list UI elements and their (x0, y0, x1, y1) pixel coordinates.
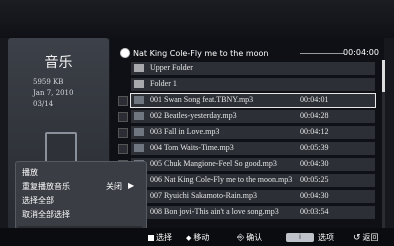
select-checkbox[interactable] (118, 144, 128, 154)
category-title: 音乐 (44, 55, 73, 71)
file-size: 5959 KB (33, 78, 64, 86)
track-row[interactable]: 003 Fall in Love.mp3 00:04:12 (118, 126, 375, 139)
menu-item-select-all[interactable]: 选择全部 (22, 195, 54, 206)
progress-line (300, 53, 344, 54)
guide-enter-label: 确认 (246, 233, 263, 242)
track-name: 003 Fall in Love.mp3 (150, 127, 220, 136)
track-duration: 00:03:54 (300, 207, 329, 216)
scrollbar-thumb[interactable] (382, 60, 385, 92)
guide-tools: i 选项 (286, 232, 334, 243)
music-file-icon (134, 112, 144, 120)
track-duration: 00:04:30 (300, 191, 329, 200)
guide-enter: ⎆ 确认 (237, 232, 262, 243)
music-file-icon (134, 96, 144, 104)
guide-move-label: 移动 (193, 233, 210, 242)
repeat-value: 关闭 (106, 182, 122, 191)
now-playing-title: Nat King Cole-Fly me to the moon (133, 48, 269, 58)
track-duration: 00:04:12 (300, 127, 329, 136)
right-arrow-icon: ▶ (128, 181, 135, 190)
file-time: 03/14 (33, 100, 54, 108)
track-row[interactable]: 002 Beatles-yesterday.mp3 00:04:28 (118, 110, 375, 123)
file-date: Jan 7, 2010 (33, 89, 74, 97)
track-name: 008 Bon jovi-This ain't a love song.mp3 (150, 207, 279, 216)
select-checkbox[interactable] (118, 128, 128, 138)
track-row[interactable]: 004 Tom Waits-Time.mp3 00:05:39 (118, 142, 375, 155)
folder-row-upper[interactable]: Upper Folder (131, 62, 375, 75)
track-name: 007 Ryuichi Sakamoto-Rain.mp3 (150, 191, 258, 200)
folder-row-1[interactable]: Folder 1 (131, 78, 375, 91)
top-strip (0, 0, 394, 38)
menu-item-deselect-all[interactable]: 取消全部选择 (22, 209, 70, 220)
folder-icon (134, 64, 144, 72)
track-name: 005 Chuk Mangione-Feel So good.mp3 (150, 159, 277, 168)
menu-item-play[interactable]: 播放 (22, 167, 38, 178)
guide-select-label: 选择 (156, 233, 172, 242)
folder-label: Upper Folder (150, 63, 193, 72)
guide-return-label: 返回 (362, 233, 379, 242)
tools-key-icon: i (286, 233, 314, 242)
track-name: 002 Beatles-yesterday.mp3 (150, 111, 237, 120)
square-key-icon (148, 234, 154, 241)
now-playing-time: 00:04:00 (343, 48, 379, 57)
track-row[interactable]: 001 Swan Song feat.TBNY.mp3 00:04:01 (118, 93, 376, 108)
music-file-icon (134, 144, 144, 152)
guide-move: ◆ 移动 (186, 232, 209, 243)
select-checkbox[interactable] (118, 96, 128, 106)
track-row[interactable]: 005 Chuk Mangione-Feel So good.mp3 00:04… (118, 158, 375, 171)
track-name: 006 Nat King Cole-Fly me to the moon.mp3 (150, 175, 293, 184)
menu-item-repeat[interactable]: 重复播放音乐 (22, 181, 70, 192)
track-duration: 00:04:28 (300, 111, 329, 120)
music-file-icon (134, 128, 144, 136)
enter-key-icon: ⎆ (237, 232, 245, 243)
track-row[interactable]: 006 Nat King Cole-Fly me to the moon.mp3… (118, 174, 375, 187)
move-arrows-icon: ◆ (186, 233, 192, 242)
media-browser-screen: 音乐 5959 KB Jan 7, 2010 03/14 Nat King Co… (0, 0, 394, 246)
guide-tools-label: 选项 (318, 233, 334, 242)
track-duration: 00:05:25 (300, 175, 329, 184)
track-duration: 00:04:01 (300, 95, 329, 104)
return-icon: ↺ (353, 232, 361, 243)
guide-select: 选择 (148, 232, 172, 243)
folder-label: Folder 1 (150, 79, 177, 88)
track-name: 001 Swan Song feat.TBNY.mp3 (150, 95, 254, 104)
folder-icon (134, 80, 144, 88)
track-name: 004 Tom Waits-Time.mp3 (150, 143, 234, 152)
bottom-key-guide: 选择 ◆ 移动 ⎆ 确认 i 选项 ↺ 返回 (0, 228, 394, 246)
track-duration: 00:04:30 (300, 159, 329, 168)
track-row[interactable]: 008 Bon jovi-This ain't a love song.mp3 … (118, 206, 375, 219)
guide-return: ↺ 返回 (353, 232, 379, 243)
now-playing: Nat King Cole-Fly me to the moon (120, 48, 269, 58)
track-row[interactable]: 007 Ryuichi Sakamoto-Rain.mp3 00:04:30 (118, 190, 375, 203)
track-duration: 00:05:39 (300, 143, 329, 152)
play-status-icon (120, 48, 130, 58)
select-checkbox[interactable] (118, 112, 128, 122)
